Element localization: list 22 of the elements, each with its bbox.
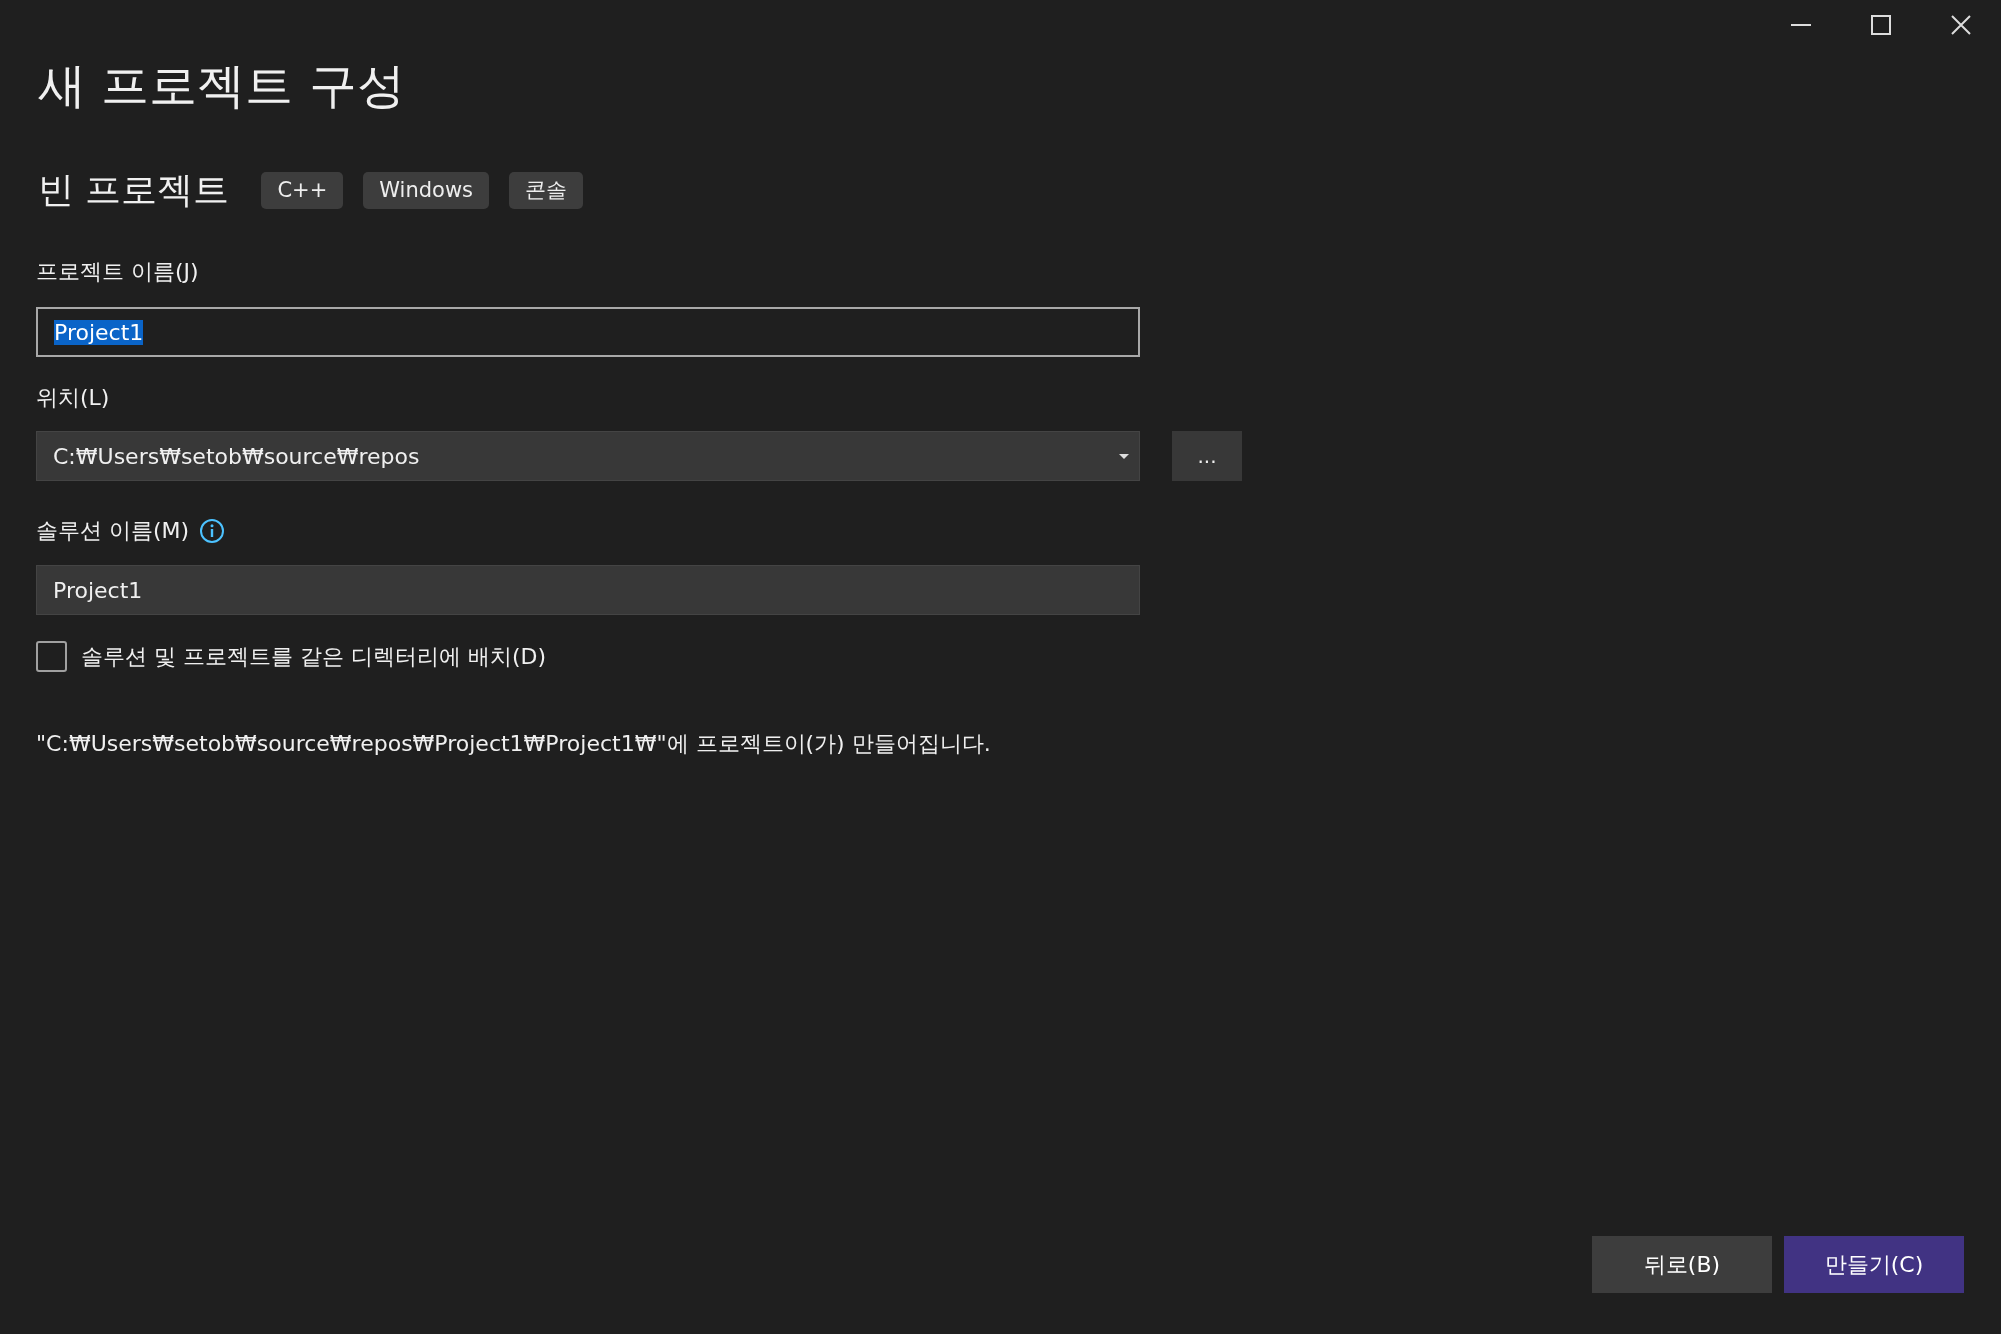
info-icon[interactable] [199,518,226,544]
tag: C++ [261,171,344,209]
create-button[interactable]: 만들기(C) [1784,1236,1964,1293]
location-dropdown[interactable]: C:₩Users₩setob₩source₩repos [36,431,1140,481]
solution-name-field[interactable]: Project1 [36,565,1140,615]
field-label: 프로젝트 이름(J) [36,258,200,286]
maximize-icon [1871,15,1891,35]
back-button[interactable]: 뒤로(B) [1592,1236,1772,1293]
checkbox-label: 솔루션 및 프로젝트를 같은 디렉터리에 배치(D) [81,642,547,671]
minimize-icon [1791,24,1811,26]
window-title: 새 프로젝트 구성 [38,56,406,115]
output-path-text: "C:₩Users₩setob₩source₩repos₩Project1₩Project1₩"에 프로젝트이(가) 만들어집니다. [36,730,992,758]
tag: 콘솔 [509,171,584,209]
field-label: 위치(L) [36,384,111,412]
project-name-field[interactable]: Project1 [36,307,1140,357]
browse-button[interactable]: ... [1172,431,1242,481]
field-label: 솔루션 이름(M) [36,517,190,545]
checkbox[interactable] [36,641,67,672]
caret-icon [1119,453,1129,459]
tag: Windows [363,171,490,209]
close-icon [1951,15,1971,35]
template-name: 빈 프로젝트 [38,167,230,212]
